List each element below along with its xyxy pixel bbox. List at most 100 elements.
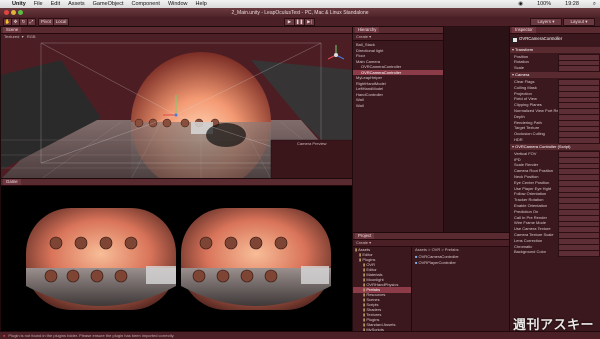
- inspector-panel: Inspector OVRCameraController ▾ Transfor…: [509, 26, 600, 333]
- property-label: Position: [514, 53, 529, 59]
- component-title: Transform: [515, 47, 534, 52]
- property-label: Call In Pre Render: [514, 214, 547, 220]
- project-file[interactable]: ■ OVRPlayerController: [415, 260, 509, 266]
- pivot-toggle[interactable]: Pivot: [38, 18, 54, 26]
- property-label: Clear Flags: [514, 78, 535, 84]
- game-panel: Game: [0, 178, 354, 333]
- inspector-object-name[interactable]: OVRCameraController: [519, 36, 562, 41]
- property-label: Wire Frame Mode: [514, 220, 547, 226]
- project-tabbar: Project: [353, 233, 510, 240]
- hierarchy-item[interactable]: Wall: [353, 103, 443, 109]
- hierarchy-create-button[interactable]: Create: [356, 34, 368, 39]
- mac-menubar: Unity File Edit Assets GameObject Compon…: [0, 0, 600, 8]
- property-field[interactable]: [558, 65, 600, 73]
- property-label: Background Color: [514, 249, 547, 255]
- tab-hierarchy[interactable]: Hierarchy: [355, 27, 380, 33]
- property-label: Projection: [514, 90, 532, 96]
- property-label: Enable Orientation: [514, 202, 548, 208]
- game-viewport[interactable]: [1, 186, 353, 332]
- file-label: OVRCameraController: [418, 254, 459, 259]
- property-label: Use Camera Texture: [514, 226, 551, 232]
- menu-file[interactable]: File: [34, 1, 43, 7]
- zoom-window-button[interactable]: [18, 10, 23, 15]
- property-label: Vertical FOV: [514, 150, 537, 156]
- dark-sphere: [206, 123, 246, 147]
- hierarchy-tabbar: Hierarchy: [353, 27, 443, 34]
- tab-project[interactable]: Project: [355, 233, 375, 239]
- property-label: Rotation: [514, 59, 529, 65]
- hierarchy-create-bar: Create ▾: [353, 34, 443, 41]
- minimize-window-button[interactable]: [11, 10, 16, 15]
- property-label: Clipping Planes: [514, 102, 542, 108]
- menu-component[interactable]: Component: [132, 1, 160, 7]
- render-mode-dropdown[interactable]: RGB: [27, 34, 36, 39]
- pause-icon: ❚❚: [295, 19, 304, 24]
- project-file[interactable]: ■ OVRCameraController: [415, 254, 509, 260]
- component-header[interactable]: ▾ Transform: [510, 47, 600, 53]
- menu-unity[interactable]: Unity: [12, 1, 26, 7]
- property-field[interactable]: [558, 249, 600, 257]
- component-header[interactable]: ▾ Camera: [510, 72, 600, 78]
- property-label: HDR: [514, 136, 523, 142]
- scene-panel: Scene Textured ▾ RGB Camera Preview: [0, 26, 354, 180]
- step-icon: ▶|: [307, 19, 312, 24]
- property-label: Normalized View Port Rect: [514, 107, 562, 113]
- tab-game[interactable]: Game: [3, 179, 21, 185]
- object-active-checkbox[interactable]: [512, 37, 518, 43]
- local-toggle[interactable]: Local: [53, 18, 69, 26]
- property-label: Chromatic: [514, 243, 533, 249]
- property-label: Prediction On: [514, 208, 539, 214]
- clock-label[interactable]: 19:28: [565, 1, 579, 7]
- project-create-bar: Create ▾: [353, 240, 510, 247]
- hierarchy-panel: Hierarchy Create ▾ Ball_Stack Directional…: [352, 26, 444, 234]
- property-label: Camera Root Position: [514, 168, 554, 174]
- property-label: Neck Position: [514, 173, 539, 179]
- property-label: Rendering Path: [514, 119, 542, 125]
- menu-edit[interactable]: Edit: [51, 1, 60, 7]
- property-label: Culling Mask: [514, 84, 537, 90]
- project-create-button[interactable]: Create: [356, 240, 368, 245]
- property-label: Scale Render: [514, 162, 539, 168]
- project-breadcrumb: Assets > OVR > Prefabs: [415, 247, 459, 252]
- tab-inspector[interactable]: Inspector: [512, 27, 536, 33]
- inspector-object-header: OVRCameraController: [512, 35, 598, 44]
- property-label: Eye Center Position: [514, 179, 550, 185]
- file-label: OVRPlayerController: [418, 260, 456, 265]
- scene-viewport[interactable]: [1, 40, 353, 179]
- menu-window[interactable]: Window: [168, 1, 188, 7]
- project-panel: Project Create ▾ ▮ Assets ▮ Editor ▮ Plugi…: [352, 232, 511, 333]
- menu-gameobject[interactable]: GameObject: [93, 1, 124, 7]
- property-label: Camera Texture Scale: [514, 231, 554, 237]
- battery-label[interactable]: 100%: [537, 1, 551, 7]
- inspector-tabbar: Inspector: [510, 27, 600, 34]
- property-field[interactable]: [558, 137, 600, 145]
- layers-dropdown[interactable]: Layers ▾: [530, 18, 562, 26]
- component-header[interactable]: ▾ OVRCamera Controller (Script): [510, 144, 600, 150]
- property-label: Occlusion Culling: [514, 131, 545, 137]
- property-label: Field of View: [514, 96, 537, 102]
- property-label: Depth: [514, 113, 525, 119]
- shading-dropdown[interactable]: Textured: [4, 34, 19, 39]
- property-label: Target Texture: [514, 125, 540, 131]
- property-label: Scale: [514, 65, 525, 71]
- property-label: IPD: [514, 156, 521, 162]
- window-title: 2_Main.unity - LeapOculusTest - PC, Mac …: [231, 9, 369, 16]
- right-eye-view: [181, 208, 331, 310]
- scale-tool-button[interactable]: ⤢: [27, 18, 36, 26]
- warning-icon: ●: [3, 333, 6, 338]
- step-button[interactable]: ▶|: [304, 18, 315, 26]
- status-message[interactable]: Plugin is not found in the plugins folde…: [8, 333, 174, 338]
- menu-assets[interactable]: Assets: [68, 1, 85, 7]
- close-window-button[interactable]: [4, 10, 9, 15]
- spotlight-icon[interactable]: ⌕: [593, 1, 596, 8]
- property-label: Tracker Rotation: [514, 197, 544, 203]
- tab-scene[interactable]: Scene: [3, 27, 22, 33]
- property-label: Follow Orientation: [514, 191, 547, 197]
- property-label: Use Player Eye Hght: [514, 185, 552, 191]
- project-folder-tree: ▮ Assets ▮ Editor ▮ Plugins ▮ OVR ▮ Editor ▮ …: [353, 247, 412, 332]
- menu-help[interactable]: Help: [196, 1, 207, 7]
- component-title: Camera: [515, 72, 530, 78]
- play-icon: ▶: [287, 19, 292, 24]
- wifi-icon[interactable]: ◉: [518, 1, 523, 7]
- layout-dropdown[interactable]: Layout ▾: [563, 18, 595, 26]
